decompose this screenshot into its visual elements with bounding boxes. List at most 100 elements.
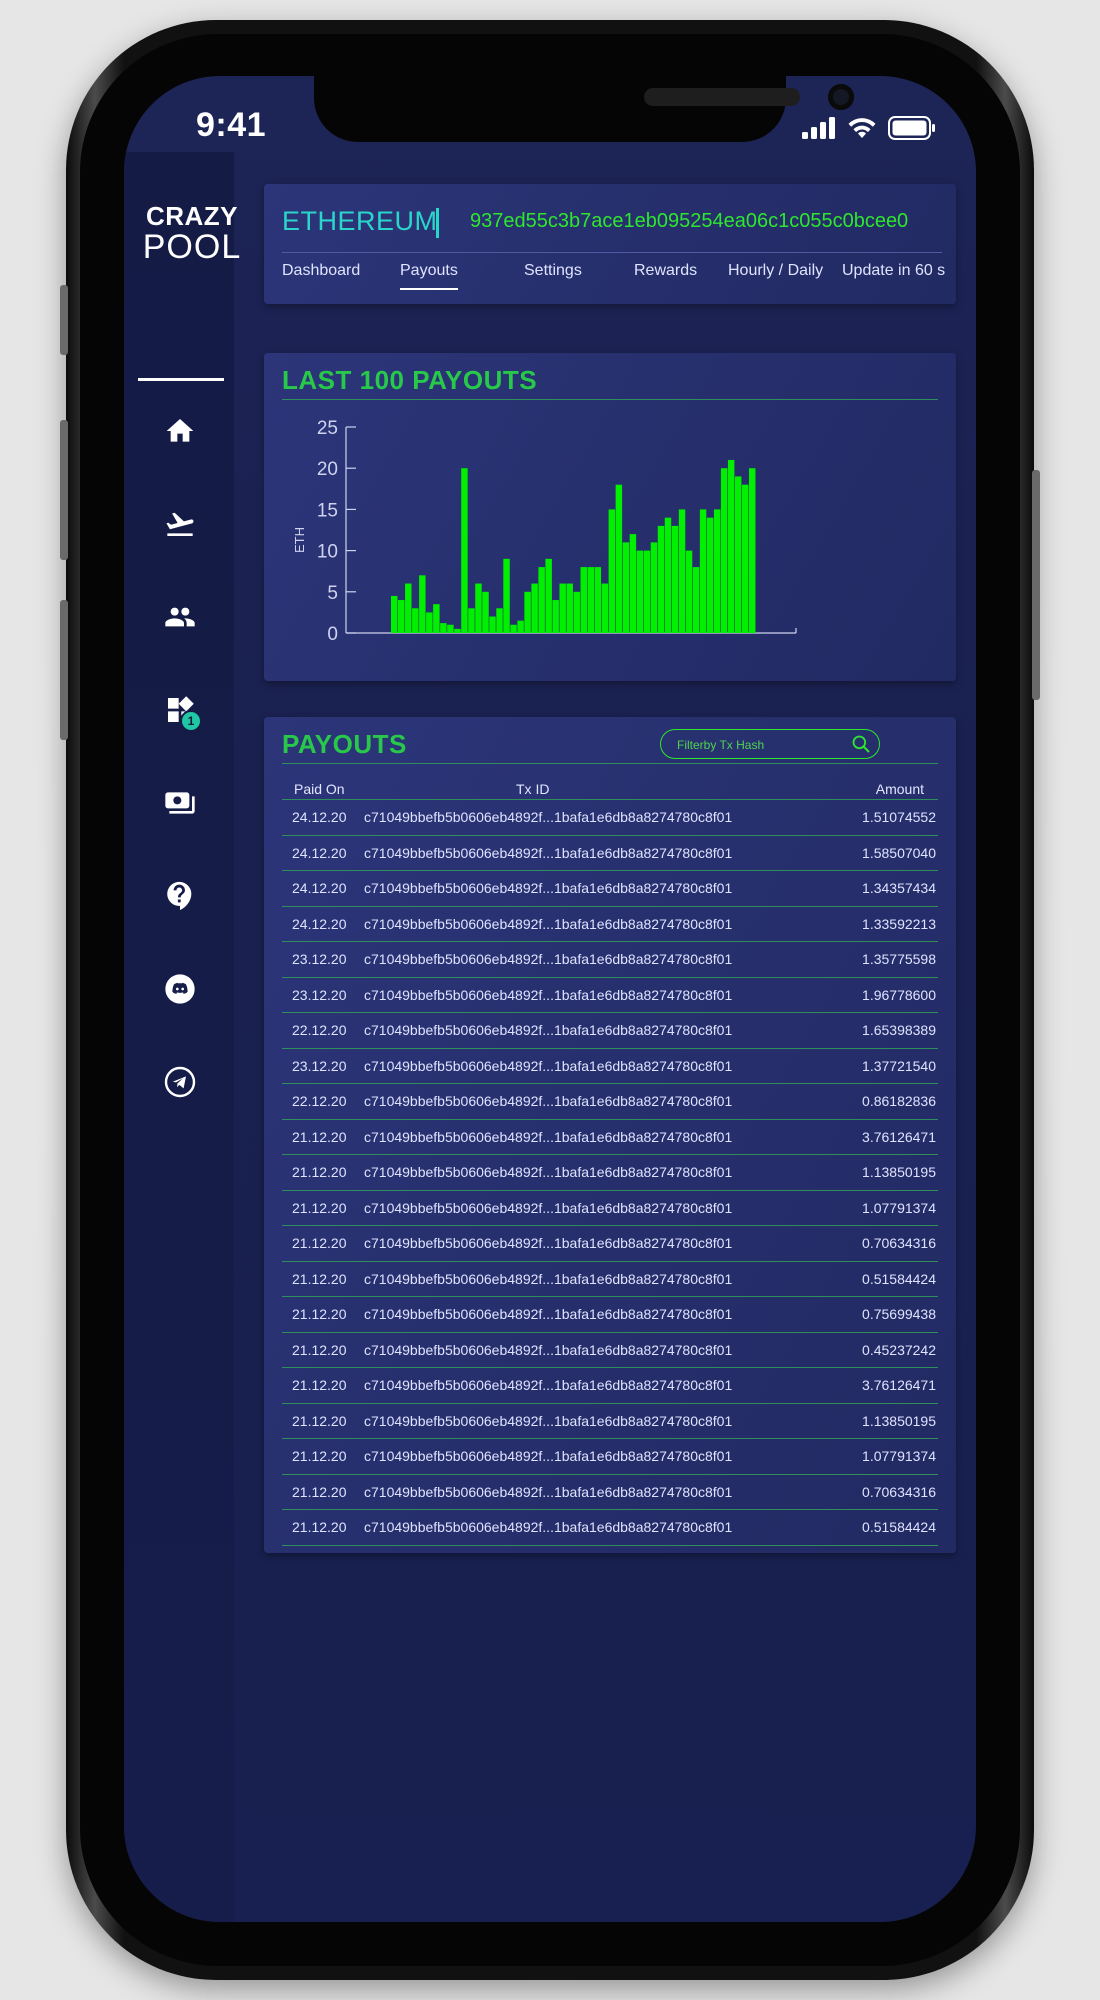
y-axis-label: ETH bbox=[292, 527, 307, 553]
chart-bar bbox=[601, 583, 609, 633]
sidebar-item-widgets[interactable]: 1 bbox=[162, 692, 202, 732]
chart-bar bbox=[664, 517, 672, 633]
tx-hash-search-input[interactable] bbox=[675, 734, 839, 756]
tab-dashboard[interactable]: Dashboard bbox=[282, 262, 360, 280]
tx-id-cell[interactable]: c71049bbefb5b0606eb4892f...1bafa1e6db8a8… bbox=[364, 1413, 732, 1429]
table-row[interactable]: 22.12.20 c71049bbefb5b0606eb4892f...1bafa… bbox=[282, 1012, 938, 1048]
tx-id-cell[interactable]: c71049bbefb5b0606eb4892f...1bafa1e6db8a8… bbox=[364, 1271, 732, 1287]
payouts-title-divider bbox=[282, 763, 938, 764]
sidebar-item-cash[interactable] bbox=[162, 785, 198, 821]
active-tab-indicator bbox=[400, 288, 458, 290]
table-row[interactable]: 24.12.20 c71049bbefb5b0606eb4892f...1bafa… bbox=[282, 799, 938, 835]
amount-cell: 0.45237242 bbox=[862, 1341, 936, 1358]
table-row[interactable]: 23.12.20 c71049bbefb5b0606eb4892f...1bafa… bbox=[282, 976, 938, 1013]
tx-id-cell[interactable]: c71049bbefb5b0606eb4892f...1bafa1e6db8a8… bbox=[364, 880, 732, 896]
sidebar-item-departure[interactable] bbox=[162, 506, 198, 542]
sidebar-item-home[interactable] bbox=[162, 413, 198, 449]
table-row[interactable]: 21.12.20 c71049bbefb5b0606eb4892f...1bafa… bbox=[282, 1473, 938, 1510]
table-row[interactable]: 22.12.20 c71049bbefb5b0606eb4892f...1bafa… bbox=[282, 1083, 938, 1119]
tx-id-cell[interactable]: c71049bbefb5b0606eb4892f...1bafa1e6db8a8… bbox=[364, 916, 732, 932]
chart-bar bbox=[454, 628, 461, 633]
table-row[interactable]: 21.12.20 c71049bbefb5b0606eb4892f...1bafa… bbox=[282, 1260, 938, 1297]
wallet-address[interactable]: 937ed55c3b7ace1eb095254ea06c1c055c0bcee0 bbox=[470, 210, 908, 233]
chart-bar bbox=[475, 583, 482, 633]
table-row[interactable]: 21.12.20 c71049bbefb5b0606eb4892f...1bafa… bbox=[282, 1189, 938, 1226]
tx-id-cell[interactable]: c71049bbefb5b0606eb4892f...1bafa1e6db8a8… bbox=[364, 1058, 732, 1074]
table-row[interactable]: 24.12.20 c71049bbefb5b0606eb4892f...1bafa… bbox=[282, 870, 938, 906]
chart-bar bbox=[573, 591, 580, 633]
tab-hourly-daily[interactable]: Hourly / Daily bbox=[728, 262, 823, 280]
tx-id-cell[interactable]: c71049bbefb5b0606eb4892f...1bafa1e6db8a8… bbox=[364, 1129, 732, 1145]
amount-cell: 1.33592213 bbox=[862, 915, 936, 932]
chart-bar bbox=[741, 484, 749, 633]
power-button bbox=[1032, 470, 1040, 700]
sidebar-item-help[interactable] bbox=[162, 878, 198, 914]
table-row[interactable]: 21.12.20 c71049bbefb5b0606eb4892f...1bafa… bbox=[282, 1402, 938, 1439]
amount-cell: 0.70634316 bbox=[862, 1483, 936, 1500]
tab-rewards[interactable]: Rewards bbox=[634, 262, 697, 280]
coin-name: ETHEREUM bbox=[282, 206, 438, 236]
amount-cell: 0.86182836 bbox=[862, 1093, 936, 1109]
table-row[interactable]: 21.12.20 c71049bbefb5b0606eb4892f...1bafa… bbox=[282, 1509, 938, 1546]
amount-cell: 1.13850195 bbox=[862, 1412, 936, 1429]
sidebar-item-discord[interactable] bbox=[162, 971, 198, 1007]
tx-id-cell[interactable]: c71049bbefb5b0606eb4892f...1bafa1e6db8a8… bbox=[364, 1200, 732, 1216]
paid-on-cell: 21.12.20 bbox=[292, 1270, 347, 1287]
chart-bar bbox=[657, 525, 665, 633]
search-icon[interactable] bbox=[851, 734, 871, 754]
table-row[interactable]: 23.12.20 c71049bbefb5b0606eb4892f...1bafa… bbox=[282, 1047, 938, 1084]
table-row[interactable]: 21.12.20 c71049bbefb5b0606eb4892f...1bafa… bbox=[282, 1331, 938, 1368]
cash-icon bbox=[165, 792, 195, 814]
tx-id-cell[interactable]: c71049bbefb5b0606eb4892f...1bafa1e6db8a8… bbox=[364, 951, 732, 967]
tx-id-cell[interactable]: c71049bbefb5b0606eb4892f...1bafa1e6db8a8… bbox=[364, 1164, 732, 1180]
table-row[interactable]: 23.12.20 c71049bbefb5b0606eb4892f...1bafa… bbox=[282, 941, 938, 977]
table-row[interactable]: 21.12.20 c71049bbefb5b0606eb4892f...1bafa… bbox=[282, 1438, 938, 1474]
table-row[interactable]: 21.12.20 c71049bbefb5b0606eb4892f...1bafa… bbox=[282, 1367, 938, 1403]
tx-id-cell[interactable]: c71049bbefb5b0606eb4892f...1bafa1e6db8a8… bbox=[364, 1342, 732, 1358]
tx-id-cell[interactable]: c71049bbefb5b0606eb4892f...1bafa1e6db8a8… bbox=[364, 1377, 732, 1393]
tab-settings[interactable]: Settings bbox=[524, 262, 582, 280]
chart-bar bbox=[412, 608, 419, 633]
tx-id-cell[interactable]: c71049bbefb5b0606eb4892f...1bafa1e6db8a8… bbox=[364, 1093, 732, 1109]
chart-bar bbox=[482, 591, 489, 633]
table-row[interactable]: 21.12.20 c71049bbefb5b0606eb4892f...1bafa… bbox=[282, 1154, 938, 1190]
table-row[interactable]: 24.12.20 c71049bbefb5b0606eb4892f...1bafa… bbox=[282, 905, 938, 942]
chart-bar bbox=[440, 623, 447, 633]
chart-bar bbox=[510, 624, 517, 633]
payouts-title: PAYOUTS bbox=[282, 729, 407, 759]
chart-bar bbox=[720, 468, 728, 633]
chart-bar bbox=[727, 459, 735, 633]
column-header-tx-id[interactable]: Tx ID bbox=[516, 781, 549, 797]
table-row[interactable]: 24.12.20 c71049bbefb5b0606eb4892f...1bafa… bbox=[282, 834, 938, 871]
tx-id-cell[interactable]: c71049bbefb5b0606eb4892f...1bafa1e6db8a8… bbox=[364, 809, 732, 825]
chart-bar bbox=[545, 558, 552, 633]
tx-id-cell[interactable]: c71049bbefb5b0606eb4892f...1bafa1e6db8a8… bbox=[364, 1448, 732, 1464]
tx-id-cell[interactable]: c71049bbefb5b0606eb4892f...1bafa1e6db8a8… bbox=[364, 1235, 732, 1251]
table-row[interactable]: 21.12.20 c71049bbefb5b0606eb4892f...1bafa… bbox=[282, 1225, 938, 1261]
amount-cell: 0.70634316 bbox=[862, 1235, 936, 1251]
sidebar-item-telegram[interactable] bbox=[162, 1064, 198, 1100]
notification-badge: 1 bbox=[180, 710, 202, 732]
y-tick-label: 25 bbox=[317, 418, 338, 439]
column-header-amount[interactable]: Amount bbox=[876, 781, 924, 797]
paid-on-cell: 24.12.20 bbox=[292, 809, 347, 825]
tx-id-cell[interactable]: c71049bbefb5b0606eb4892f...1bafa1e6db8a8… bbox=[364, 1519, 732, 1535]
tx-id-cell[interactable]: c71049bbefb5b0606eb4892f...1bafa1e6db8a8… bbox=[364, 1306, 732, 1322]
table-row[interactable]: 21.12.20 c71049bbefb5b0606eb4892f...1bafa… bbox=[282, 1118, 938, 1155]
chart-bar bbox=[685, 550, 693, 633]
chart-bar bbox=[643, 550, 651, 633]
tx-id-cell[interactable]: c71049bbefb5b0606eb4892f...1bafa1e6db8a8… bbox=[364, 1022, 732, 1038]
column-header-paid-on[interactable]: Paid On bbox=[294, 781, 345, 797]
tx-hash-search bbox=[660, 729, 880, 759]
tx-id-cell[interactable]: c71049bbefb5b0606eb4892f...1bafa1e6db8a8… bbox=[364, 987, 732, 1003]
tx-id-cell[interactable]: c71049bbefb5b0606eb4892f...1bafa1e6db8a8… bbox=[364, 1484, 732, 1500]
chart-bar bbox=[587, 567, 595, 633]
tx-id-cell[interactable]: c71049bbefb5b0606eb4892f...1bafa1e6db8a8… bbox=[364, 845, 732, 861]
table-row[interactable]: 21.12.20 c71049bbefb5b0606eb4892f...1bafa… bbox=[282, 1296, 938, 1332]
sidebar-item-group[interactable] bbox=[162, 599, 198, 635]
tab-payouts[interactable]: Payouts bbox=[400, 262, 458, 290]
amount-cell: 1.96778600 bbox=[862, 986, 936, 1003]
account-header-card: ETHEREUM 937ed55c3b7ace1eb095254ea06c1c0… bbox=[264, 184, 956, 304]
crazy-pool-logo[interactable]: CRAZY POOL bbox=[142, 202, 242, 264]
chart-bar bbox=[636, 550, 644, 633]
